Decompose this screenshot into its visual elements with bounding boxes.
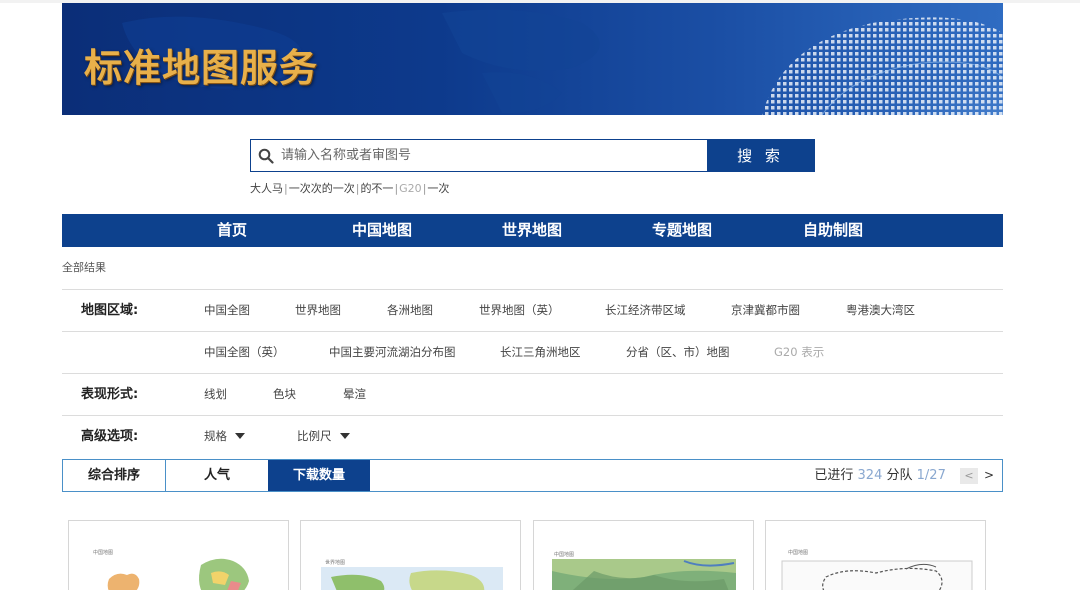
sort-bar: 综合排序 人气 下载数量 已进行 324 分队 1/27 < > [62,459,1003,492]
spec-dropdown-label: 规格 [204,429,227,443]
map-card[interactable]: 世界地图 [300,520,521,590]
nav-self-mapping[interactable]: 自助制图 [783,214,883,247]
filter-label-region: 地图区域: [81,303,139,318]
sort-tab-popularity[interactable]: 人气 [166,460,268,491]
hot-word-link[interactable]: 大人马 [250,180,283,196]
hot-word-link[interactable]: 一次 [427,180,449,196]
map-card[interactable]: 中国地图 [68,520,289,590]
filter-option[interactable]: 世界地图 [295,290,341,331]
main-nav: 首页 中国地图 世界地图 专题地图 自助制图 [62,214,1003,247]
sort-tab-downloads[interactable]: 下载数量 [268,460,370,491]
map-card[interactable]: 中国地图 [533,520,754,590]
hot-word-link[interactable]: 一次次的一次 [289,180,355,196]
page-indicator: 1/27 [916,468,946,483]
filter-option[interactable]: 中国全图 [204,290,250,331]
filter-option[interactable]: 各洲地图 [387,290,433,331]
next-page-button[interactable]: > [982,460,996,491]
card-title: 世界地图 [325,560,346,566]
filter-option[interactable]: 中国主要河流湖泊分布图 [329,332,456,373]
nav-china-map[interactable]: 中国地图 [332,214,432,247]
filter-option[interactable]: 晕渲 [343,374,366,415]
spec-dropdown[interactable]: 规格 [204,416,245,457]
caret-down-icon [235,433,245,439]
search-bar: 搜 索 [250,139,815,172]
filter-row-region-more: 中国全图（英） 中国主要河流湖泊分布图 长江三角洲地区 分省（区、市）地图 G2… [62,331,1003,373]
pager: 已进行 324 分队 1/27 < > [814,460,996,491]
scale-dropdown-label: 比例尺 [297,429,332,443]
scale-dropdown[interactable]: 比例尺 [297,416,350,457]
search-icon [251,140,281,171]
nav-world-map[interactable]: 世界地图 [482,214,582,247]
hot-word-link[interactable]: 的不一 [360,180,393,196]
filter-option[interactable]: 世界地图（英） [479,290,560,331]
filter-option[interactable]: 长江三角洲地区 [500,332,581,373]
card-title: 中国地图 [554,552,575,558]
filter-option[interactable]: 粤港澳大湾区 [846,290,915,331]
filter-row-region: 地图区域: 中国全图 世界地图 各洲地图 世界地图（英） 长江经济带区域 京津冀… [62,289,1003,331]
nav-thematic-map[interactable]: 专题地图 [632,214,732,247]
search-button[interactable]: 搜 索 [707,140,814,171]
filter-option[interactable]: 中国全图（英） [204,332,285,373]
banner-title: 标准地图服务 [84,46,319,90]
pager-prefix: 已进行 [814,468,854,483]
filter-option[interactable]: G20 表示 [774,332,824,373]
caret-down-icon [339,433,350,439]
filter-option[interactable]: 长江经济带区域 [605,290,686,331]
filter-label-style: 表现形式: [81,387,139,402]
banner: 标准地图服务 [62,3,1003,115]
nav-home[interactable]: 首页 [182,214,282,247]
result-count: 324 [857,468,883,483]
filter-row-style: 表现形式: 线划 色块 晕渲 [62,373,1003,415]
prev-page-button[interactable]: < [960,467,978,484]
filter-row-advanced: 高级选项: 规格 比例尺 [62,415,1003,457]
filter-option[interactable]: 色块 [273,374,296,415]
search-input[interactable] [281,140,707,171]
card-title: 中国地图 [788,550,809,556]
card-title: 中国地图 [93,550,114,556]
filter-option[interactable]: 线划 [204,374,227,415]
hot-words: 大人马|一次次的一次|的不一|G20|一次 [250,180,450,196]
hot-word-link[interactable]: G20 [399,182,422,195]
sort-tab-overall[interactable]: 综合排序 [63,460,165,491]
filter-label-advanced: 高级选项: [81,429,139,444]
pager-mid: 分队 [886,468,913,483]
map-thumbnail [321,567,503,590]
filter-option[interactable]: 分省（区、市）地图 [626,332,730,373]
breadcrumb[interactable]: 全部结果 [62,259,106,275]
map-card[interactable]: 中国地图 [765,520,986,590]
filter-option[interactable]: 京津冀都市圈 [731,290,800,331]
